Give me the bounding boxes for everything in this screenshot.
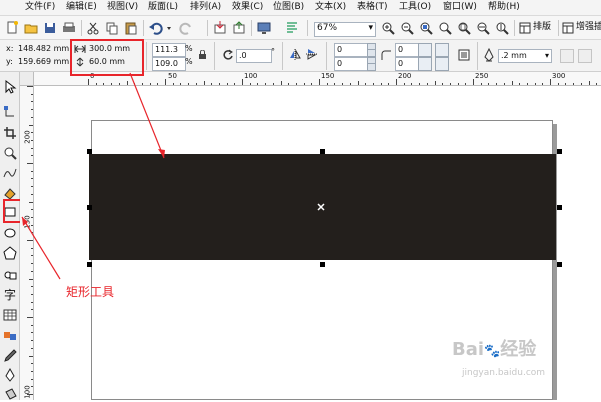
watermark-logo: Bai🐾经验 — [452, 339, 537, 360]
watermark-brand: Bai — [452, 339, 485, 360]
annotation-label: 矩形工具 — [66, 285, 115, 299]
watermark-brand-cn: 经验 — [500, 339, 537, 360]
watermark-url: jingyan.baidu.com — [462, 368, 546, 378]
